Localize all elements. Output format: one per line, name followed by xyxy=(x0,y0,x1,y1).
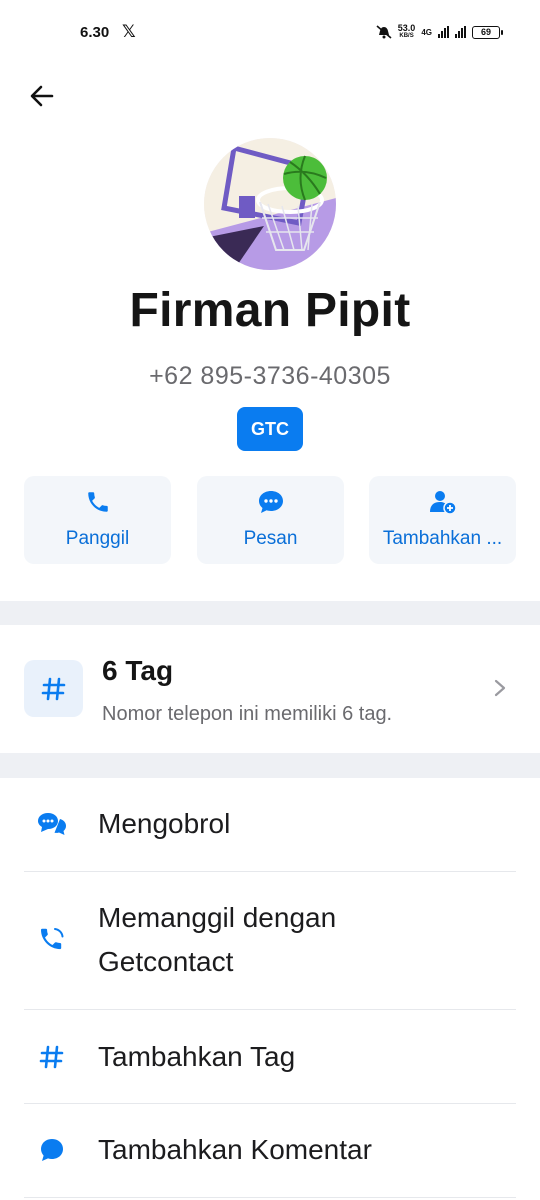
network-speed: 53.0 KB/S xyxy=(398,24,416,40)
menu-add-tag-label: Tambahkan Tag xyxy=(98,1041,296,1072)
speed-unit: KB/S xyxy=(399,33,414,39)
x-app-icon: 𝕏 xyxy=(122,22,136,41)
battery-icon: 69 xyxy=(472,25,503,39)
add-user-icon xyxy=(429,491,457,515)
add-contact-button[interactable]: Tambahkan ... xyxy=(369,476,516,564)
phone-call-icon xyxy=(41,928,64,950)
status-time: 6.30 xyxy=(80,24,110,41)
avatar[interactable] xyxy=(204,138,336,270)
comment-bubble-icon xyxy=(41,1139,63,1161)
call-label: Panggil xyxy=(65,528,130,549)
tags-row[interactable]: 6 Tag Nomor telepon ini memiliki 6 tag. xyxy=(0,625,540,753)
mute-icon xyxy=(376,25,392,39)
back-button[interactable] xyxy=(24,78,60,114)
status-icons: 53.0 KB/S 4G 69 xyxy=(376,24,503,40)
add-contact-label: Tambahkan ... xyxy=(382,528,503,549)
tags-subtitle: Nomor telepon ini memiliki 6 tag. xyxy=(102,703,393,725)
call-button[interactable]: Panggil xyxy=(24,476,171,564)
section-divider-2 xyxy=(0,753,540,778)
menu-chat[interactable]: Mengobrol xyxy=(0,778,540,871)
message-label: Pesan xyxy=(243,528,298,549)
contact-name: Firman Pipit xyxy=(129,284,411,337)
menu-call-getcontact[interactable]: Memanggil dengan Getcontact xyxy=(0,872,540,1009)
hashtag-icon xyxy=(39,1045,64,1069)
signal-icon xyxy=(438,26,449,38)
section-divider xyxy=(0,601,540,625)
message-bubble-icon xyxy=(258,491,283,513)
arrow-left-icon xyxy=(30,85,54,107)
contact-phone[interactable]: +62 895-3736-40305 xyxy=(0,362,540,391)
tags-title: 6 Tag xyxy=(102,655,174,686)
menu-call-getcontact-line2: Getcontact xyxy=(98,946,234,977)
menu-add-tag[interactable]: Tambahkan Tag xyxy=(0,1010,540,1103)
gtc-badge[interactable]: GTC xyxy=(237,407,303,451)
network-type: 4G xyxy=(421,27,432,37)
phone-icon xyxy=(87,492,108,512)
chat-bubbles-icon xyxy=(38,813,66,835)
menu-call-getcontact-line1: Memanggil dengan xyxy=(98,902,337,933)
hashtag-icon xyxy=(24,660,83,717)
menu-add-comment-label: Tambahkan Komentar xyxy=(98,1134,372,1165)
status-bar: 6.30 𝕏 53.0 KB/S 4G 69 xyxy=(0,0,540,66)
signal-icon-2 xyxy=(455,26,466,38)
chevron-right-icon xyxy=(494,679,506,697)
speed-value: 53.0 xyxy=(397,23,416,33)
menu-chat-label: Mengobrol xyxy=(98,808,231,839)
menu-add-comment[interactable]: Tambahkan Komentar xyxy=(0,1104,540,1197)
battery-level: 69 xyxy=(480,27,491,37)
message-button[interactable]: Pesan xyxy=(197,476,344,564)
menu-separator xyxy=(24,1197,516,1198)
basketball-hoop-avatar xyxy=(204,138,336,270)
